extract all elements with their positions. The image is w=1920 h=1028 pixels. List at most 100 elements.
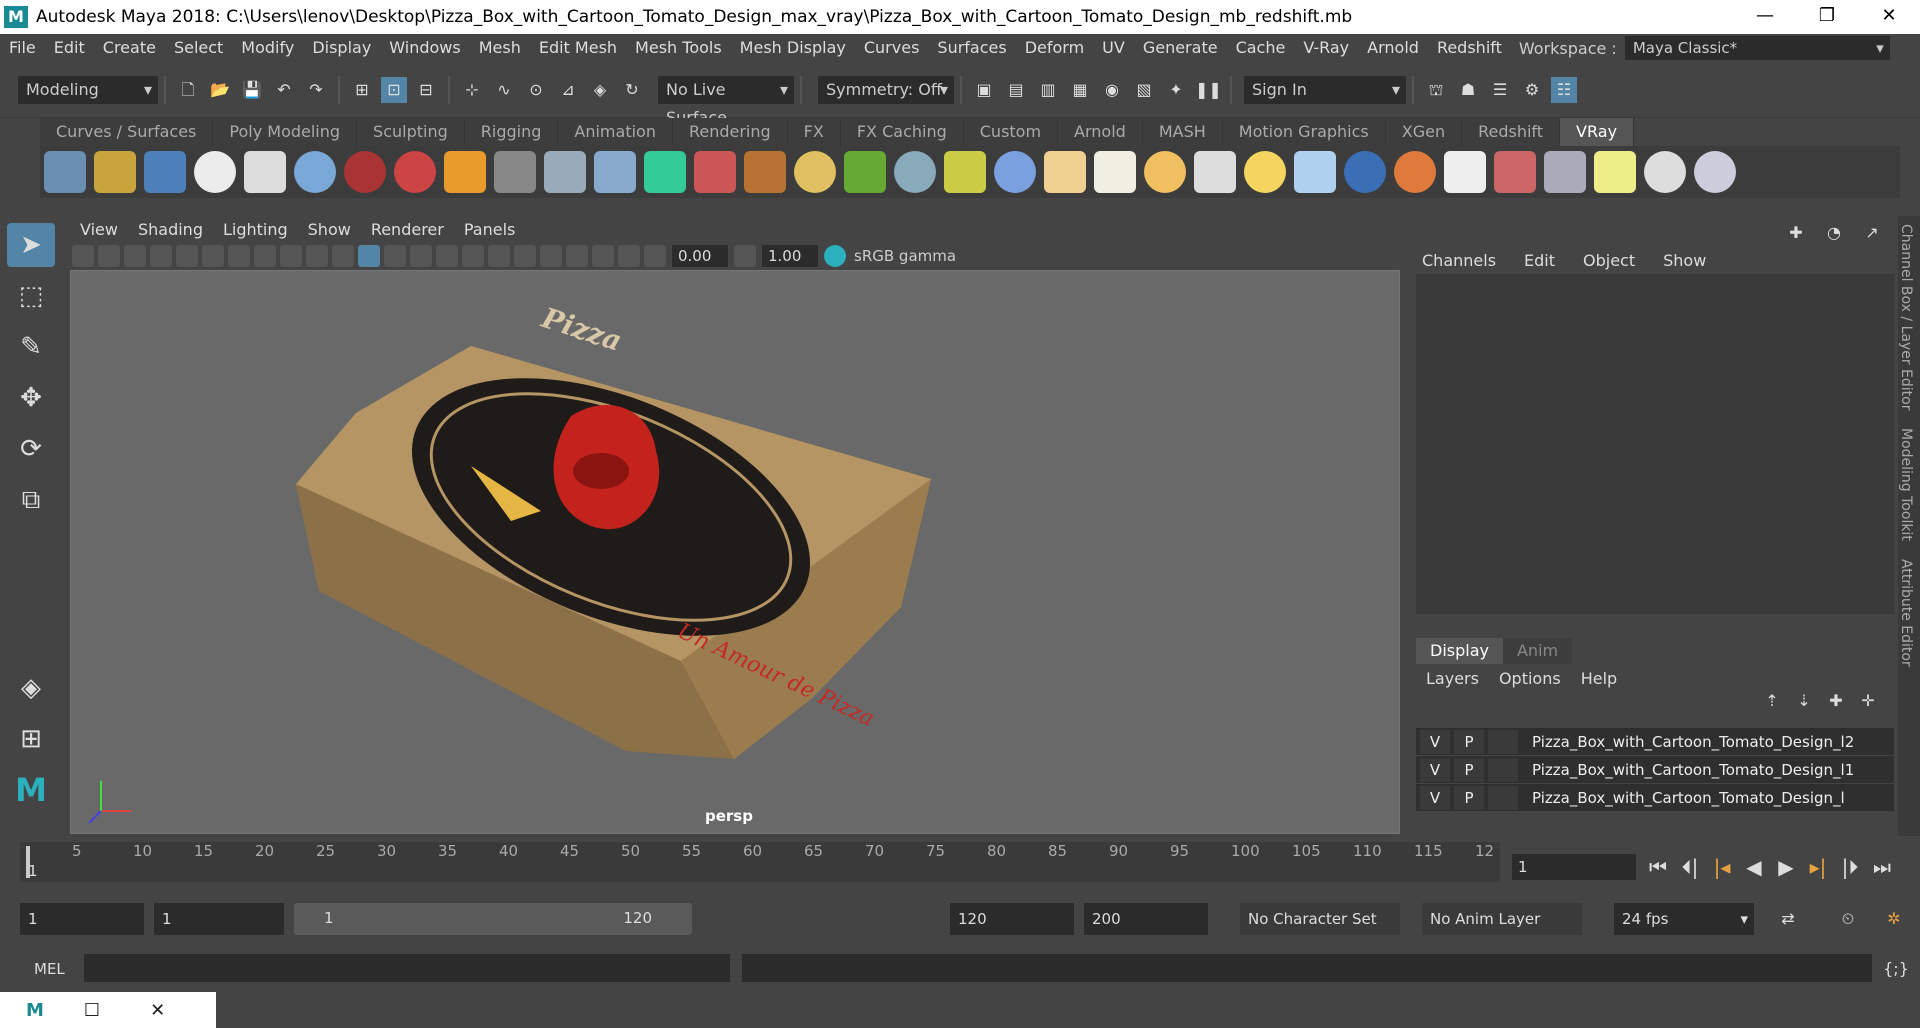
tab-display[interactable]: Display [1416,638,1503,664]
vray-spot-light-icon[interactable] [1094,151,1136,193]
redo-icon[interactable]: ↷ [303,77,329,103]
menu-modify[interactable]: Modify [232,34,303,62]
workspace-dropdown[interactable]: Maya Classic* [1624,36,1890,60]
range-slider[interactable]: 1 120 [294,903,692,935]
shelf-tab-rendering[interactable]: Rendering [672,118,788,146]
exposure-field[interactable]: 0.00 [672,245,728,267]
camera-select-icon[interactable] [72,245,94,267]
playback-end-field[interactable]: 120 [950,903,1074,935]
vray-material-icon[interactable] [94,151,136,193]
layer-type-toggle[interactable] [1488,757,1518,782]
anim-layer-dropdown[interactable]: No Anim Layer [1422,903,1582,935]
wireframe-on-shaded-icon[interactable] [384,245,406,267]
vray-plane-icon[interactable] [494,151,536,193]
pause-render-icon[interactable]: ❚❚ [1195,77,1222,103]
snap-view-icon[interactable]: ⊿ [555,77,581,103]
vray-sun-icon[interactable] [1244,151,1286,193]
shelf-tab-mash[interactable]: MASH [1142,118,1223,146]
tab-anim[interactable]: Anim [1502,638,1573,664]
menu-select[interactable]: Select [165,34,232,62]
select-hierarchy-icon[interactable]: ⊞ [349,77,375,103]
open-scene-icon[interactable]: 📂 [207,77,233,103]
vray-rect-light-icon[interactable] [1294,151,1336,193]
cb-menu-channels[interactable]: Channels [1408,251,1510,270]
single-pane-layout-icon[interactable]: ◈ [7,666,55,710]
menu-vray[interactable]: V-Ray [1294,34,1358,62]
menu-edit[interactable]: Edit [45,34,94,62]
current-frame-field[interactable]: 1 [1512,854,1636,880]
channel-box-mode-icon[interactable]: ✚ [1783,220,1809,246]
vray-blue-sphere-icon[interactable] [1344,151,1386,193]
layer-visibility-toggle[interactable]: V [1420,729,1450,754]
shelf-tab-xgen[interactable]: XGen [1385,118,1463,146]
step-back-frame-icon[interactable]: |◂ [1706,855,1738,879]
shelf-tab-poly-modeling[interactable]: Poly Modeling [213,118,358,146]
save-scene-icon[interactable]: 💾 [239,77,265,103]
layer-menu-layers[interactable]: Layers [1416,669,1489,688]
vray-framebuffer-icon[interactable] [144,151,186,193]
shelf-tab-rigging[interactable]: Rigging [464,118,559,146]
menu-edit-mesh[interactable]: Edit Mesh [530,34,626,62]
scale-tool-icon[interactable]: ⧉ [7,478,55,522]
shelf-tab-fx[interactable]: FX [787,118,841,146]
mel-label[interactable]: MEL [34,960,65,978]
move-layer-down-icon[interactable]: ⇣ [1791,688,1817,714]
wireframe-icon[interactable] [332,245,354,267]
pizza-box-model[interactable]: Un Amour de Pizza [71,271,1400,834]
new-scene-icon[interactable]: 🗋 [175,77,201,103]
layer-menu-help[interactable]: Help [1571,669,1627,688]
cb-menu-show[interactable]: Show [1649,251,1720,270]
menu-create[interactable]: Create [94,34,165,62]
vray-curve-icon[interactable] [944,151,986,193]
smooth-shade-icon[interactable] [358,245,380,267]
menu-set-dropdown[interactable]: Modeling [18,76,158,104]
menu-mesh[interactable]: Mesh [470,34,530,62]
layer-visibility-toggle[interactable]: V [1420,757,1450,782]
vray-help-icon[interactable] [1694,151,1736,193]
vray-gear-icon[interactable] [894,151,936,193]
step-back-key-icon[interactable]: ⏴| [1674,855,1706,879]
human-ik-icon[interactable]: ☗ [1455,77,1481,103]
layer-playback-toggle[interactable]: P [1454,785,1484,810]
menu-cache[interactable]: Cache [1227,34,1295,62]
field-chart-icon[interactable] [280,245,302,267]
exposure-icon[interactable] [644,245,666,267]
play-forwards-icon[interactable]: ▶ [1770,855,1802,879]
view-transform-label[interactable]: sRGB gamma [854,247,956,265]
rotate-tool-icon[interactable]: ⟳ [7,427,55,471]
viewport-3d[interactable]: Un Amour de Pizza Pizza persp [70,270,1400,834]
layer-type-toggle[interactable] [1488,785,1518,810]
go-to-end-icon[interactable]: ⏭ [1866,855,1898,879]
animation-end-field[interactable]: 200 [1084,903,1208,935]
snap-grid-icon[interactable]: ⊹ [459,77,485,103]
vray-split-sphere-icon[interactable] [1394,151,1436,193]
sign-in-dropdown[interactable]: Sign In [1244,76,1406,104]
layer-name[interactable]: Pizza_Box_with_Cartoon_Tomato_Design_l1 [1532,761,1862,779]
vray-log-icon[interactable] [244,151,286,193]
animation-start-field[interactable]: 1 [20,903,144,935]
shelf-tab-motion-graphics[interactable]: Motion Graphics [1222,118,1386,146]
menu-display[interactable]: Display [303,34,380,62]
vray-table-icon[interactable] [1544,151,1586,193]
vray-tile-icon[interactable] [744,151,786,193]
go-to-start-icon[interactable]: ⏮ [1642,855,1674,879]
snap-curve-icon[interactable]: ∿ [491,77,517,103]
restore-button[interactable]: ❐ [1796,0,1858,34]
snap-live-icon[interactable]: ↻ [619,77,645,103]
shelf-tab-sculpting[interactable]: Sculpting [357,118,465,146]
vp-menu-show[interactable]: Show [298,220,361,239]
new-layer-icon[interactable]: ✚ [1823,688,1849,714]
image-plane-icon[interactable] [150,245,172,267]
render-setup-icon[interactable]: ▧ [1131,77,1157,103]
vp-menu-lighting[interactable]: Lighting [213,220,298,239]
select-object-icon[interactable]: ⊡ [381,77,407,103]
vp-menu-view[interactable]: View [70,220,128,239]
play-backwards-icon[interactable]: ◀ [1738,855,1770,879]
channel-box-icon[interactable]: ☷ [1551,77,1577,103]
vp-menu-renderer[interactable]: Renderer [361,220,454,239]
loop-icon[interactable]: ⇄ [1775,906,1801,932]
render-frame-icon[interactable]: ▤ [1003,77,1029,103]
vray-fur-icon[interactable] [844,151,886,193]
tool-settings-icon[interactable]: ⚙ [1519,77,1545,103]
current-time-indicator[interactable] [26,846,30,878]
